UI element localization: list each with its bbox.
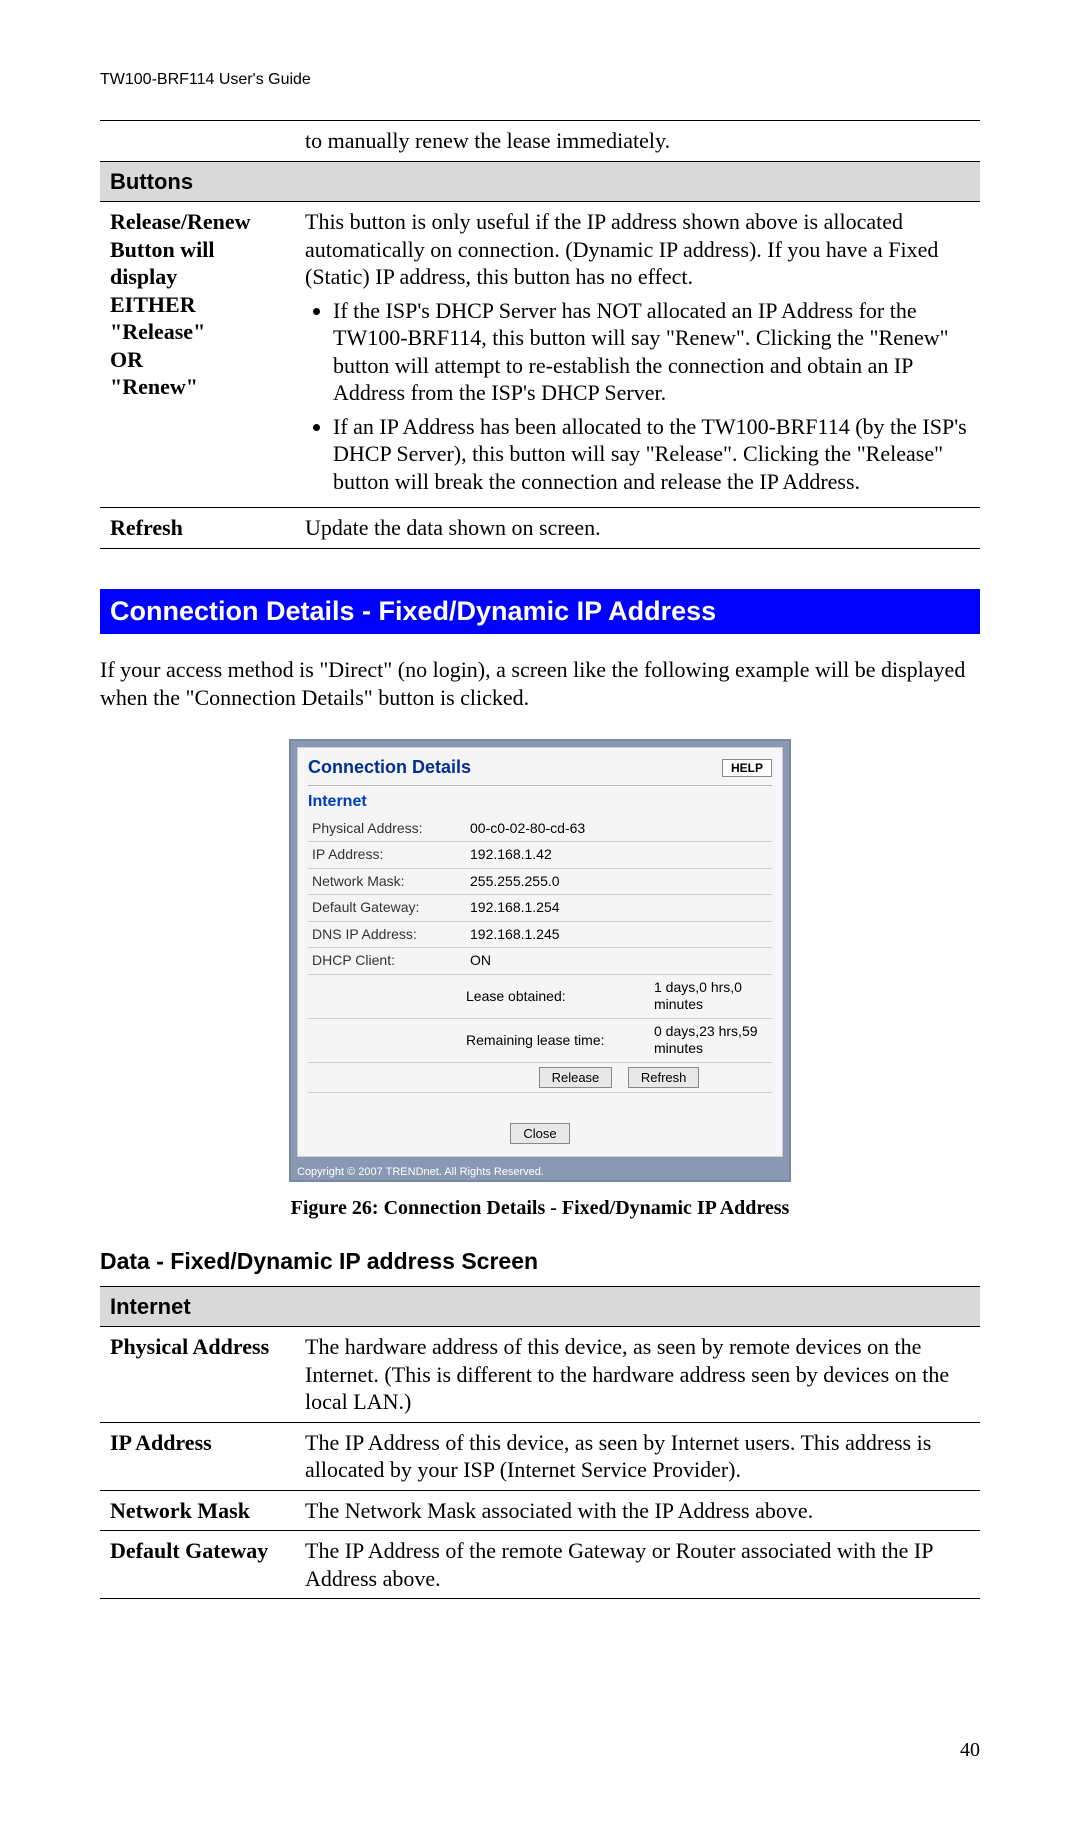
dlg-default-gateway-v: 192.168.1.254 xyxy=(466,895,772,922)
dlg-dns-ip-v: 192.168.1.245 xyxy=(466,921,772,948)
network-mask-desc: The Network Mask associated with the IP … xyxy=(295,1490,980,1531)
dlg-network-mask-v: 255.255.255.0 xyxy=(466,868,772,895)
page-header: TW100-BRF114 User's Guide xyxy=(100,70,980,90)
dlg-remaining-lease-v: 0 days,23 hrs,59 minutes xyxy=(650,1018,772,1062)
release-button[interactable]: Release xyxy=(539,1067,613,1088)
refresh-button[interactable]: Refresh xyxy=(628,1067,700,1088)
carry-over-text: to manually renew the lease immediately. xyxy=(295,121,980,162)
dlg-remaining-lease-k: Remaining lease time: xyxy=(466,1018,650,1062)
dlg-network-mask-k: Network Mask: xyxy=(308,868,466,895)
buttons-table: to manually renew the lease immediately.… xyxy=(100,120,980,549)
figure-caption: Figure 26: Connection Details - Fixed/Dy… xyxy=(100,1196,980,1221)
intro-paragraph: If your access method is "Direct" (no lo… xyxy=(100,656,980,711)
dlg-physical-address-k: Physical Address: xyxy=(308,816,466,842)
dlg-default-gateway-k: Default Gateway: xyxy=(308,895,466,922)
dlg-physical-address-v: 00-c0-02-80-cd-63 xyxy=(466,816,772,842)
dialog-title: Connection Details xyxy=(308,756,471,779)
ip-address-desc: The IP Address of this device, as seen b… xyxy=(295,1422,980,1490)
network-mask-label: Network Mask xyxy=(100,1490,295,1531)
default-gateway-desc: The IP Address of the remote Gateway or … xyxy=(295,1531,980,1599)
figure: Connection Details HELP Internet Physica… xyxy=(100,739,980,1182)
dlg-lease-obtained-k: Lease obtained: xyxy=(466,974,650,1018)
dialog-copyright: Copyright © 2007 TRENDnet. All Rights Re… xyxy=(291,1163,789,1180)
dlg-dhcp-client-k: DHCP Client: xyxy=(308,948,466,975)
physical-address-desc: The hardware address of this device, as … xyxy=(295,1327,980,1423)
dlg-dns-ip-k: DNS IP Address: xyxy=(308,921,466,948)
internet-table: Internet Physical Address The hardware a… xyxy=(100,1286,980,1600)
refresh-label: Refresh xyxy=(100,508,295,549)
dlg-lease-obtained-v: 1 days,0 hrs,0 minutes xyxy=(650,974,772,1018)
close-button[interactable]: Close xyxy=(510,1123,569,1144)
dlg-ip-address-v: 192.168.1.42 xyxy=(466,842,772,869)
release-renew-label: Release/Renew Button will display EITHER… xyxy=(100,202,295,508)
internet-section-header: Internet xyxy=(100,1286,980,1327)
sub-heading: Data - Fixed/Dynamic IP address Screen xyxy=(100,1247,980,1276)
page-number: 40 xyxy=(960,1738,980,1763)
ip-address-label: IP Address xyxy=(100,1422,295,1490)
release-renew-desc: This button is only useful if the IP add… xyxy=(295,202,980,508)
buttons-section-header: Buttons xyxy=(100,161,980,202)
help-button[interactable]: HELP xyxy=(722,759,772,777)
physical-address-label: Physical Address xyxy=(100,1327,295,1423)
dialog-section-internet: Internet xyxy=(308,792,772,812)
default-gateway-label: Default Gateway xyxy=(100,1531,295,1599)
section-heading: Connection Details - Fixed/Dynamic IP Ad… xyxy=(100,589,980,635)
refresh-desc: Update the data shown on screen. xyxy=(295,508,980,549)
dlg-dhcp-client-v: ON xyxy=(466,948,772,975)
dlg-ip-address-k: IP Address: xyxy=(308,842,466,869)
